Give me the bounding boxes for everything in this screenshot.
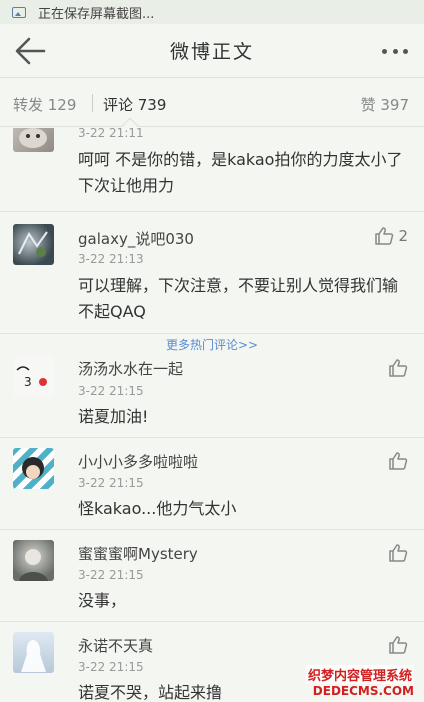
comment-time: 3-22 21:15	[78, 660, 144, 674]
svg-text:3: 3	[24, 375, 32, 389]
watermark-line2: DEDECMS.COM	[312, 684, 414, 698]
comment-username[interactable]: 蜜蜜蜜啊Mystery	[78, 543, 198, 564]
comment-text: 呵呵 不是你的错，是kakao拍你的力度太小了 下次让他用力	[78, 150, 403, 195]
avatar[interactable]	[13, 448, 54, 489]
comment-text: 怪kakao...他力气太小	[78, 499, 237, 518]
navbar: 微博正文	[0, 24, 424, 78]
tab-like[interactable]: 赞 397	[361, 94, 409, 115]
more-icon	[382, 48, 387, 54]
comment-item[interactable]: 小小小多多啦啦啦 3-22 21:15 怪kakao...他力气太小	[0, 438, 424, 530]
page-title: 微博正文	[169, 41, 254, 63]
comment-text: 没事，	[78, 591, 127, 610]
comment-item[interactable]: galaxy_说吧030 3-22 21:13 2 可以理解，下次注意，不要让别…	[0, 212, 424, 334]
thumb-up-icon	[389, 544, 408, 562]
thumb-up-icon	[389, 359, 408, 377]
watermark-line1: 织梦内容管理系统	[305, 665, 414, 684]
back-arrow-icon	[15, 37, 46, 65]
tab-bar: 转发 129 评论 739 赞 397	[0, 79, 424, 135]
avatar[interactable]	[13, 224, 54, 265]
comment-username[interactable]: 汤汤水水在一起	[78, 358, 183, 379]
comment-username[interactable]: galaxy_说吧030	[78, 228, 194, 249]
comment-username[interactable]: 小小小多多啦啦啦	[78, 451, 198, 472]
comment-text: 诺夏加油!	[78, 407, 149, 426]
comment-time: 3-22 21:15	[78, 384, 144, 398]
watermark: 织梦内容管理系统 DEDECMS.COM	[305, 665, 414, 698]
like-button[interactable]: 2	[374, 226, 408, 246]
like-button[interactable]	[388, 635, 408, 655]
like-button[interactable]	[388, 358, 408, 378]
status-text: 正在保存屏幕截图...	[38, 6, 155, 22]
divider	[92, 94, 93, 112]
avatar[interactable]	[13, 128, 54, 152]
comment-text: 可以理解，下次注意，不要让别人觉得我们输不起QAQ	[78, 276, 399, 321]
tab-comment[interactable]: 评论 739	[103, 94, 166, 115]
status-bar: 正在保存屏幕截图...	[0, 0, 424, 24]
comment-time: 3-22 21:15	[78, 476, 144, 490]
avatar[interactable]	[13, 540, 54, 581]
comment-item[interactable]: 3-22 21:11 呵呵 不是你的错，是kakao拍你的力度太小了 下次让他用…	[0, 128, 424, 212]
thumb-up-icon	[389, 636, 408, 654]
comment-list[interactable]: 3-22 21:11 呵呵 不是你的错，是kakao拍你的力度太小了 下次让他用…	[0, 128, 424, 702]
thumb-up-icon	[375, 227, 394, 245]
avatar[interactable]: 3	[13, 356, 54, 397]
like-button[interactable]	[388, 543, 408, 563]
more-button[interactable]	[380, 38, 410, 64]
comment-time: 3-22 21:15	[78, 568, 144, 582]
tab-repost[interactable]: 转发 129	[13, 94, 76, 115]
thumb-up-icon	[389, 452, 408, 470]
comment-time: 3-22 21:11	[78, 128, 144, 140]
comment-item[interactable]: 蜜蜜蜜啊Mystery 3-22 21:15 没事，	[0, 530, 424, 622]
avatar[interactable]	[13, 632, 54, 673]
comment-time: 3-22 21:13	[78, 252, 144, 266]
back-button[interactable]	[14, 36, 46, 66]
comment-item[interactable]: 3 汤汤水水在一起 3-22 21:15 诺夏加油!	[0, 346, 424, 438]
image-icon	[12, 6, 26, 18]
like-count: 2	[398, 227, 408, 245]
like-button[interactable]	[388, 451, 408, 471]
comment-username[interactable]: 永诺不天真	[78, 635, 153, 656]
